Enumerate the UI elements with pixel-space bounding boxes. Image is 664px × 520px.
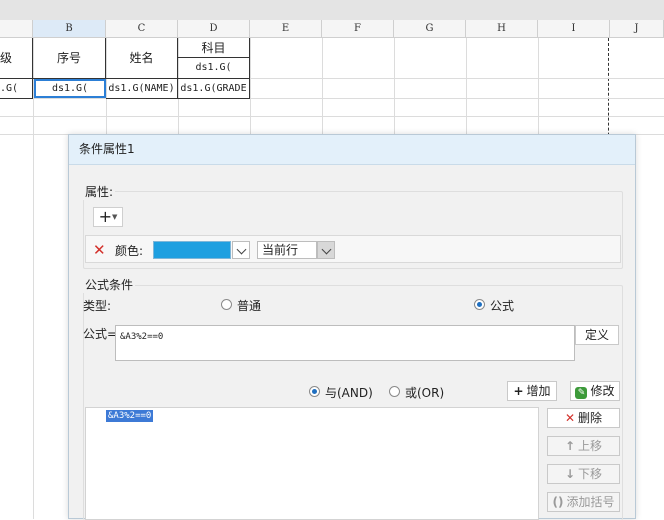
move-down-label: 下移 xyxy=(578,467,603,481)
type-formula-radio[interactable] xyxy=(474,299,485,310)
cell-c-header[interactable]: 姓名 xyxy=(106,38,178,79)
logic-or-radio[interactable] xyxy=(389,386,400,397)
move-up-label: 上移 xyxy=(578,439,603,453)
arrow-down-icon: ↓ xyxy=(564,467,576,481)
cell-b-header[interactable]: 序号 xyxy=(33,38,106,79)
column-header-e[interactable]: E xyxy=(250,20,322,38)
column-header-g[interactable]: G xyxy=(394,20,466,38)
logic-or-label: 或(OR) xyxy=(405,386,445,400)
modify-condition-label: 修改 xyxy=(590,384,615,398)
plus-icon: + xyxy=(513,384,524,398)
add-bracket-label: 添加括号 xyxy=(566,495,615,509)
chevron-down-icon xyxy=(321,244,331,255)
column-header-d[interactable]: D xyxy=(178,20,250,38)
bracket-icon: () xyxy=(552,495,564,509)
type-normal-radio[interactable] xyxy=(221,299,232,310)
cell-d-data[interactable]: ds1.G(GRADE xyxy=(178,79,250,99)
column-header-f[interactable]: F xyxy=(322,20,394,38)
add-condition-button[interactable]: + 增加 xyxy=(507,381,557,401)
table-row xyxy=(0,117,664,135)
define-button[interactable]: 定义 xyxy=(575,325,619,345)
logic-and-radio[interactable] xyxy=(309,386,320,397)
type-label: 类型: xyxy=(83,299,112,313)
caret-down-icon: ▼ xyxy=(112,213,118,221)
plus-icon: + xyxy=(98,207,112,226)
column-header-c[interactable]: C xyxy=(106,20,178,38)
formula-label: 公式= xyxy=(83,327,118,341)
list-item[interactable]: &A3%2==0 xyxy=(106,410,154,422)
chevron-down-icon xyxy=(236,244,246,255)
formula-section-label: 公式条件 xyxy=(83,276,136,293)
add-bracket-button[interactable]: () 添加括号 xyxy=(547,492,620,512)
column-header-a[interactable] xyxy=(0,20,33,38)
cell-c-data[interactable]: ds1.G(NAME) xyxy=(106,79,178,99)
color-dropdown-button[interactable] xyxy=(232,241,250,259)
type-formula-label: 公式 xyxy=(490,299,515,313)
color-swatch[interactable] xyxy=(153,241,231,259)
condition-attribute-dialog: 条件属性1 属性: +▼ ✕ 颜色: 当前行 公式条件 类型: 普通 公式 公式… xyxy=(68,134,636,520)
scope-dropdown-button[interactable] xyxy=(317,241,335,259)
attributes-label: 属性: xyxy=(83,183,116,200)
cell-b-data-selected[interactable]: ds1.G( xyxy=(34,79,106,98)
column-header-h[interactable]: H xyxy=(466,20,538,38)
type-normal-label: 普通 xyxy=(237,299,262,313)
delete-button[interactable]: ✕ 删除 xyxy=(547,408,620,428)
remove-attribute-icon[interactable]: ✕ xyxy=(93,242,106,258)
add-condition-label: 增加 xyxy=(526,384,551,398)
add-attribute-button[interactable]: +▼ xyxy=(93,207,123,227)
column-header-b[interactable]: B xyxy=(33,20,106,38)
dialog-title: 条件属性1 xyxy=(69,135,635,165)
move-up-button[interactable]: ↑ 上移 xyxy=(547,436,620,456)
window-top-bar xyxy=(0,0,664,21)
cell-a-data[interactable]: .G( xyxy=(0,79,33,99)
delete-label: 删除 xyxy=(578,411,603,425)
formula-input[interactable]: &A3%2==0 xyxy=(115,325,575,361)
cell-d-header[interactable]: 科目 xyxy=(178,38,250,58)
column-header-j[interactable]: J xyxy=(610,20,664,38)
cell-d-subheader[interactable]: ds1.G( xyxy=(178,58,250,79)
logic-and-label: 与(AND) xyxy=(325,386,373,400)
column-header-i[interactable]: I xyxy=(538,20,610,38)
condition-list[interactable]: &A3%2==0 xyxy=(85,407,539,520)
delete-icon: ✕ xyxy=(564,411,576,425)
gear-icon: ✎ xyxy=(575,387,588,399)
cell-a-header[interactable]: 级 xyxy=(0,38,33,79)
scope-select[interactable]: 当前行 xyxy=(257,241,317,259)
table-row xyxy=(0,99,664,117)
move-down-button[interactable]: ↓ 下移 xyxy=(547,464,620,484)
arrow-up-icon: ↑ xyxy=(564,439,576,453)
modify-condition-button[interactable]: ✎ 修改 xyxy=(570,381,620,401)
color-label: 颜色: xyxy=(115,244,144,258)
